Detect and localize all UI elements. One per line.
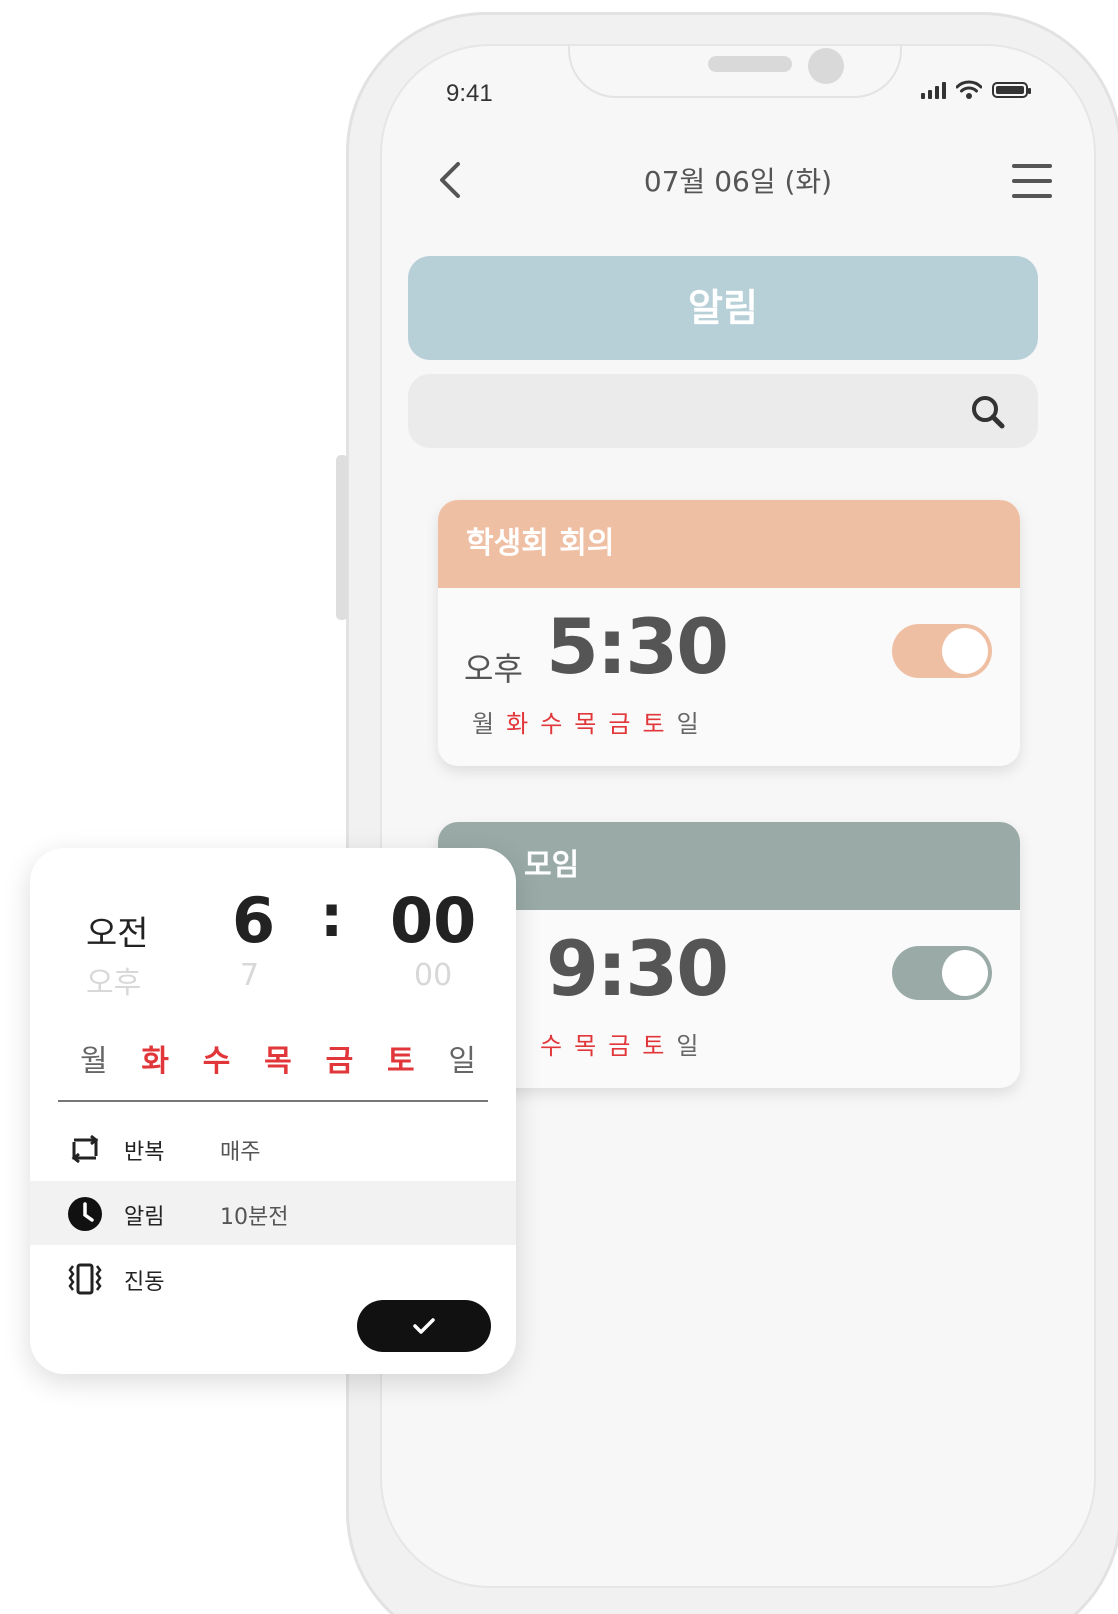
confirm-button[interactable] <box>357 1300 491 1352</box>
picker-hour-option[interactable]: 7 <box>240 958 259 993</box>
alarm-title: 학생회 회의 <box>438 500 1020 588</box>
menu-icon[interactable] <box>1012 164 1052 198</box>
search-input[interactable] <box>408 374 1038 448</box>
day-wed: 수 <box>540 710 563 738</box>
alarm-card[interactable]: 모임 9:30 수 목 금 토 일 <box>438 822 1020 1088</box>
day-fri: 금 <box>608 1032 631 1060</box>
option-value: 10분전 <box>220 1205 289 1230</box>
picker-day-mon[interactable]: 월 <box>80 1036 108 1080</box>
picker-days: 월 화 수 목 금 토 일 <box>80 1036 476 1080</box>
alarm-toggle[interactable] <box>892 624 992 678</box>
picker-minute-selected[interactable]: 00 <box>390 884 476 957</box>
vibrate-icon <box>68 1263 102 1295</box>
picker-day-thu[interactable]: 목 <box>264 1036 292 1080</box>
option-label: 알림 <box>124 1205 165 1230</box>
day-sun: 일 <box>676 710 699 738</box>
check-icon <box>413 1318 435 1334</box>
picker-ampm-option[interactable]: 오후 <box>86 958 141 1002</box>
speaker-grille <box>708 56 792 72</box>
alarm-ampm: 오후 <box>464 650 523 688</box>
header: 07월 06일 (화) <box>382 136 1094 226</box>
day-sat: 토 <box>642 1032 665 1060</box>
alarm-card[interactable]: 학생회 회의 오후 5:30 월 화 수 목 금 토 일 <box>438 500 1020 766</box>
page-title: 알림 <box>408 256 1038 360</box>
day-tue: 화 <box>506 710 529 738</box>
divider <box>58 1100 488 1102</box>
picker-colon: : <box>320 882 344 950</box>
picker-day-sun[interactable]: 일 <box>448 1036 476 1080</box>
clock-icon <box>68 1197 102 1231</box>
repeat-icon <box>71 1134 99 1164</box>
status-icons <box>921 80 1031 100</box>
picker-day-wed[interactable]: 수 <box>203 1036 231 1080</box>
status-time: 9:41 <box>446 80 493 107</box>
day-thu: 목 <box>574 710 597 738</box>
option-value: 매주 <box>220 1140 261 1165</box>
alarm-title: 모임 <box>438 822 1020 910</box>
picker-ampm-selected[interactable]: 오전 <box>86 906 149 955</box>
front-camera <box>808 48 844 84</box>
day-fri: 금 <box>608 710 631 738</box>
wifi-icon <box>956 80 982 99</box>
alarm-days: 수 목 금 토 일 <box>540 1026 698 1061</box>
option-label: 반복 <box>124 1140 165 1165</box>
option-repeat[interactable]: 반복 매주 <box>30 1116 516 1180</box>
day-mon: 월 <box>472 710 495 738</box>
header-date: 07월 06일 (화) <box>643 165 833 198</box>
alarm-toggle[interactable] <box>892 946 992 1000</box>
picker-day-fri[interactable]: 금 <box>326 1036 354 1080</box>
signal-icon <box>921 81 946 99</box>
day-thu: 목 <box>574 1032 597 1060</box>
option-label: 진동 <box>124 1270 165 1295</box>
picker-day-sat[interactable]: 토 <box>387 1036 415 1080</box>
alarm-editor-popup: 오전 6 : 00 오후 7 00 월 화 수 목 금 토 일 반복 매주 알림… <box>30 848 516 1374</box>
option-alert[interactable]: 알림 10분전 <box>30 1181 516 1245</box>
day-sat: 토 <box>642 710 665 738</box>
alarm-time: 9:30 <box>546 924 729 1013</box>
battery-icon <box>992 82 1031 98</box>
picker-day-tue[interactable]: 화 <box>141 1036 169 1080</box>
phone-notch <box>568 46 902 98</box>
alarm-time: 5:30 <box>546 602 729 691</box>
alarm-days: 월 화 수 목 금 토 일 <box>472 704 699 739</box>
picker-hour-selected[interactable]: 6 <box>232 884 275 957</box>
phone-side-button <box>336 455 348 620</box>
search-icon[interactable] <box>968 392 1008 432</box>
day-sun: 일 <box>676 1032 699 1060</box>
picker-minute-option[interactable]: 00 <box>414 958 452 993</box>
day-wed: 수 <box>540 1032 563 1060</box>
